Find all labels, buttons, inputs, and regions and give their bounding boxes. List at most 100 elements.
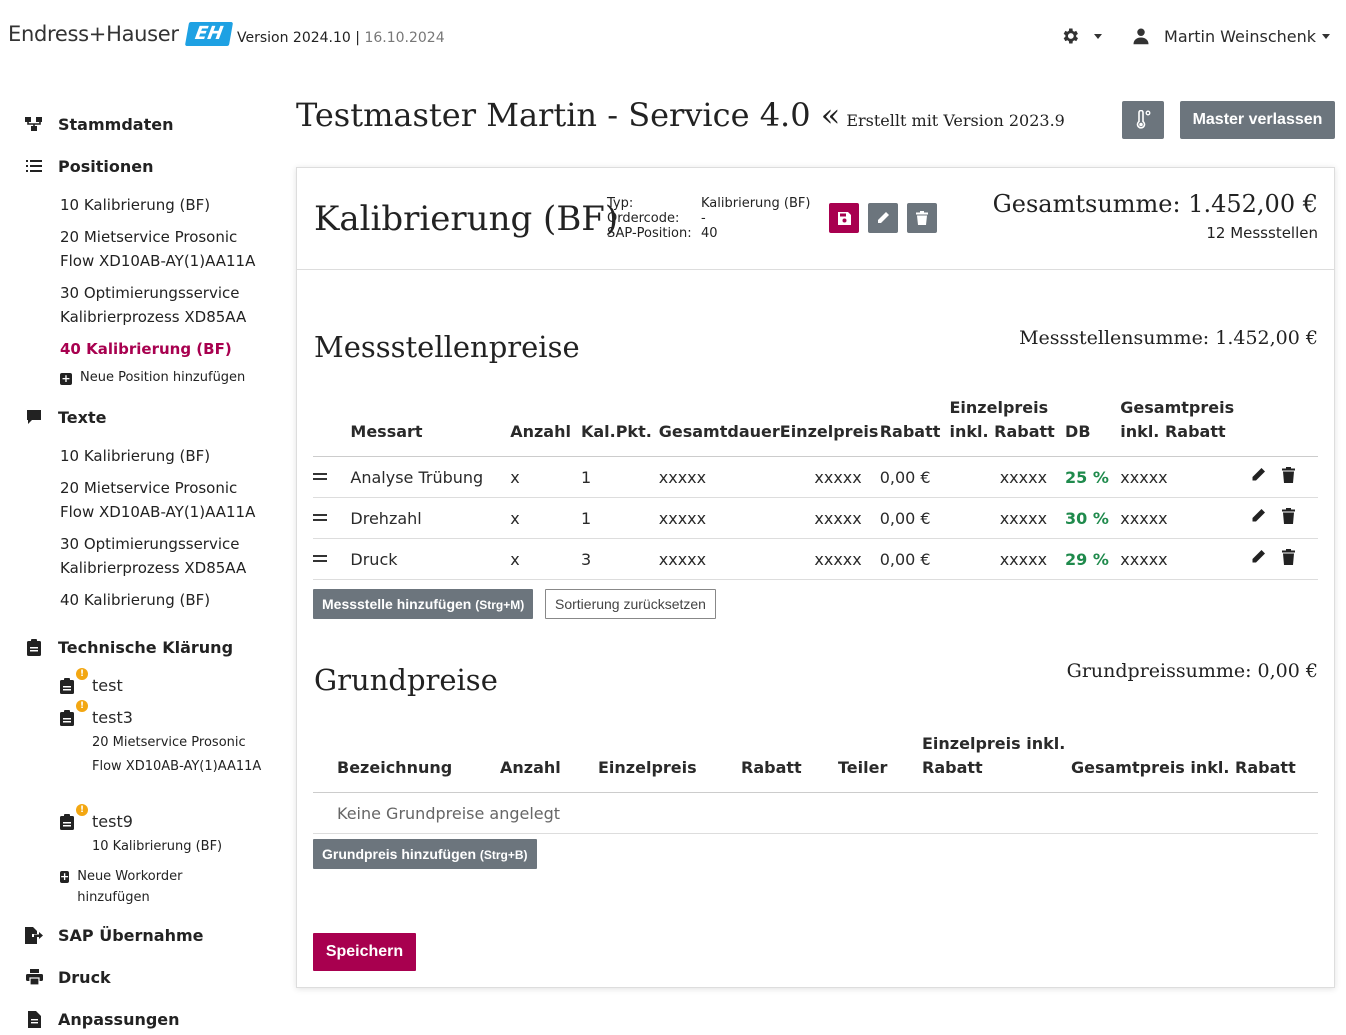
cell-anzahl: x	[510, 538, 581, 580]
add-messstelle-button[interactable]: Messstelle hinzufügen (Strg+M)	[313, 589, 534, 619]
page-title-text: Testmaster Martin - Service 4.0 «	[296, 96, 841, 134]
grundpreise-table: Bezeichnung Anzahl Einzelpreis Rabatt Te…	[313, 732, 1318, 834]
sidebar-item-sap[interactable]: SAP Übernahme	[24, 925, 204, 945]
table-header-row: Messart Anzahl Kal.Pkt. Gesamtdauer Einz…	[313, 396, 1318, 457]
reset-sort-button[interactable]: Sortierung zurücksetzen	[545, 589, 716, 619]
list-icon	[24, 156, 44, 176]
cell-rabatt: 0,00 €	[879, 538, 950, 580]
pencil-icon[interactable]	[1250, 549, 1266, 565]
col-db[interactable]: DB	[1065, 396, 1121, 457]
cell-db: 29 %	[1065, 538, 1121, 580]
workorder-test9[interactable]: ! test9	[60, 803, 133, 831]
meta-value-ordercode: -	[701, 211, 706, 226]
sidebar-item-stammdaten[interactable]: Stammdaten	[24, 114, 173, 134]
meta-label-typ: Typ:	[607, 196, 634, 211]
pencil-icon[interactable]	[1250, 467, 1266, 483]
col-kalpkt[interactable]: Kal.Pkt.	[580, 396, 659, 457]
gear-icon	[1063, 28, 1079, 44]
sidebar-item-positionen[interactable]: Positionen	[24, 156, 153, 176]
drag-handle-icon[interactable]	[313, 511, 327, 524]
chevron-down-icon	[1322, 33, 1330, 39]
cell-messart: Analyse Trübung	[350, 456, 511, 498]
add-messstelle-label: Messstelle hinzufügen	[322, 596, 472, 612]
add-position-link[interactable]: + Neue Position hinzufügen	[60, 370, 245, 385]
cell-anzahl: x	[510, 497, 581, 539]
cell-messart: Druck	[350, 538, 511, 580]
sitemap-icon	[24, 114, 44, 134]
temperature-button[interactable]	[1122, 101, 1164, 139]
cell-einzelpreis: xxxxx	[779, 538, 880, 580]
trash-icon[interactable]	[1282, 549, 1296, 565]
sidebar-text-20[interactable]: 20 Mietservice Prosonic Flow XD10AB-AY(1…	[60, 476, 270, 524]
cell-kalpkt: 3	[580, 538, 659, 580]
clipboard-icon: !	[60, 699, 88, 726]
sidebar-item-texte[interactable]: Texte	[24, 407, 106, 427]
warning-badge: !	[76, 667, 88, 680]
col-einzelpreis[interactable]: Einzelpreis	[598, 732, 741, 793]
cell-gesamtdauer: xxxxx	[658, 456, 780, 498]
page-title-version: Erstellt mit Version 2023.9	[846, 111, 1065, 130]
col-rabatt[interactable]: Rabatt	[741, 732, 838, 793]
edit-position-button[interactable]	[868, 203, 898, 233]
settings-dropdown[interactable]	[1060, 26, 1103, 46]
col-gesamtdauer[interactable]: Gesamtdauer	[658, 396, 780, 457]
delete-position-button[interactable]	[907, 203, 937, 233]
print-icon	[24, 967, 44, 987]
col-einzelpreis-rabatt[interactable]: Einzelpreis inkl. Rabatt	[949, 396, 1066, 457]
table-row: Analyse Trübung x 1 xxxxx xxxxx 0,00 € xxxxx 25…	[313, 456, 1318, 498]
sidebar-text-10[interactable]: 10 Kalibrierung (BF)	[60, 444, 270, 468]
user-menu[interactable]: Martin Weinschenk	[1102, 27, 1330, 46]
add-grundpreis-label: Grundpreis hinzufügen	[322, 846, 476, 862]
drag-handle-icon[interactable]	[313, 552, 327, 565]
leave-master-button[interactable]: Master verlassen	[1180, 101, 1335, 139]
sidebar-position-30[interactable]: 30 Optimierungsservice Kalibrierprozess …	[60, 281, 270, 329]
col-anzahl[interactable]: Anzahl	[510, 396, 581, 457]
col-einzelpreis-rabatt[interactable]: Einzelpreis inkl. Rabatt	[922, 732, 1071, 793]
pencil-icon[interactable]	[1250, 508, 1266, 524]
save-position-button[interactable]	[829, 203, 859, 233]
sidebar-text-40[interactable]: 40 Kalibrierung (BF)	[60, 588, 270, 612]
plus-icon: +	[60, 870, 70, 883]
col-gesamtpreis-rabatt[interactable]: Gesamtpreis inkl. Rabatt	[1071, 732, 1318, 793]
col-bezeichnung[interactable]: Bezeichnung	[337, 732, 500, 793]
sidebar-item-technische-klaerung[interactable]: Technische Klärung	[24, 637, 233, 657]
clipboard-icon: !	[60, 803, 88, 830]
trash-icon[interactable]	[1282, 508, 1296, 524]
add-grundpreis-button[interactable]: Grundpreis hinzufügen (Strg+B)	[313, 839, 537, 869]
workorder-test[interactable]: ! test	[60, 667, 123, 695]
drag-handle-icon[interactable]	[313, 470, 327, 483]
add-grundpreis-hint: (Strg+B)	[479, 848, 528, 862]
col-rabatt[interactable]: Rabatt	[879, 396, 950, 457]
save-button[interactable]: Speichern	[313, 933, 416, 971]
sidebar-item-anpassungen[interactable]: Anpassungen	[24, 1009, 180, 1029]
sidebar-text-30[interactable]: 30 Optimierungsservice Kalibrierprozess …	[60, 532, 270, 580]
empty-message: Keine Grundpreise angelegt	[337, 792, 1318, 834]
col-anzahl[interactable]: Anzahl	[500, 732, 598, 793]
col-einzelpreis[interactable]: Einzelpreis	[779, 396, 880, 457]
workorder-test3[interactable]: ! test3	[60, 699, 133, 727]
cell-rabatt: 0,00 €	[879, 456, 950, 498]
cell-gesamtdauer: xxxxx	[658, 538, 780, 580]
sidebar-position-10[interactable]: 10 Kalibrierung (BF)	[60, 193, 270, 217]
grundpreise-sum: Grundpreissumme: 0,00 €	[1066, 660, 1318, 682]
position-card: Kalibrierung (BF) Typ: Ordercode: SAP-Po…	[296, 167, 1335, 988]
sidebar-position-20[interactable]: 20 Mietservice Prosonic Flow XD10AB-AY(1…	[60, 225, 270, 273]
empty-row: Keine Grundpreise angelegt	[313, 792, 1318, 834]
table-row: Druck x 3 xxxxx xxxxx 0,00 € xxxxx 29 % xxxxx	[313, 538, 1318, 580]
add-workorder-label: Neue Workorder hinzufügen	[77, 869, 183, 905]
add-workorder-link[interactable]: + Neue Workorder hinzufügen	[60, 866, 210, 908]
trash-icon[interactable]	[1282, 467, 1296, 483]
sidebar-position-40-active[interactable]: 40 Kalibrierung (BF)	[60, 337, 270, 361]
cell-db: 25 %	[1065, 456, 1121, 498]
cell-einzelpreis-rabatt: xxxxx	[949, 497, 1066, 539]
workorder-name: test9	[92, 812, 133, 831]
position-meta-values: Kalibrierung (BF) - 40	[701, 196, 810, 241]
brand-logo[interactable]: Endress+Hauser EH	[8, 22, 233, 46]
messstellen-sum: Messstellensumme: 1.452,00 €	[1019, 327, 1318, 349]
sidebar-item-druck[interactable]: Druck	[24, 967, 111, 987]
col-gesamtpreis-rabatt[interactable]: Gesamtpreis inkl. Rabatt	[1120, 396, 1250, 457]
col-messart[interactable]: Messart	[350, 396, 511, 457]
clipboard-icon	[24, 637, 44, 657]
position-header: Kalibrierung (BF) Typ: Ordercode: SAP-Po…	[297, 168, 1334, 270]
col-teiler[interactable]: Teiler	[838, 732, 922, 793]
